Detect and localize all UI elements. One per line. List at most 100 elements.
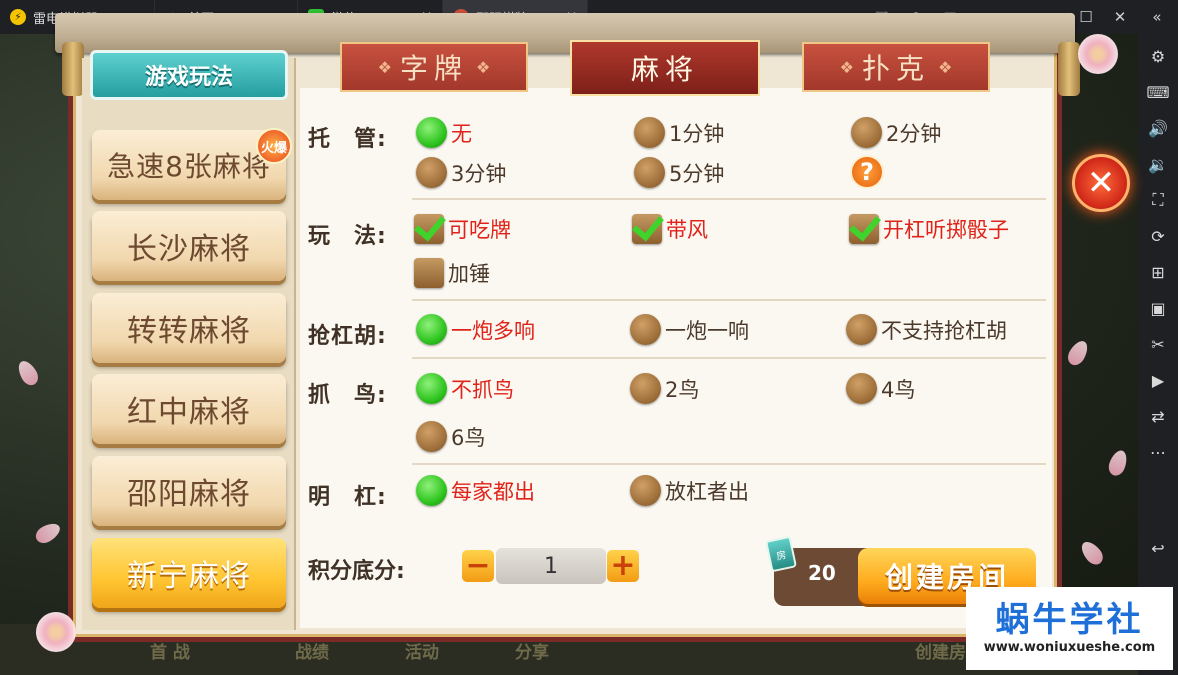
option-label: 4鸟 xyxy=(881,377,916,402)
cherry-blossom-icon xyxy=(36,612,76,652)
open-kong-label: 明 杠: xyxy=(308,485,387,510)
option-label: 加锤 xyxy=(448,262,490,286)
checkbox-checked-icon xyxy=(632,214,662,244)
play-label: 玩 法: xyxy=(308,224,387,249)
dialog-close-button[interactable]: ✕ xyxy=(1072,154,1130,212)
radio-off-icon xyxy=(630,373,661,404)
option-label: 无 xyxy=(451,121,472,146)
sync-icon[interactable]: ⇄ xyxy=(1138,398,1178,434)
mode-button-changsha[interactable]: 长沙麻将 xyxy=(92,211,286,281)
play-option-wind[interactable]: 带风 xyxy=(632,214,708,244)
settings-icon[interactable]: ⚙ xyxy=(1138,38,1178,74)
open-kong-option-all[interactable]: 每家都出 xyxy=(416,475,535,506)
radio-off-icon xyxy=(416,157,447,188)
score-decrement-button[interactable]: − xyxy=(462,550,494,582)
rob-kong-label: 抢杠胡: xyxy=(308,324,387,349)
more-icon[interactable]: ⋯ xyxy=(1138,434,1178,470)
option-label: 开杠听掷骰子 xyxy=(883,218,1009,242)
checkbox-empty-icon xyxy=(414,258,444,288)
ornament-icon: ❖ xyxy=(839,57,854,77)
fullscreen-icon[interactable]: ⛶ xyxy=(1138,182,1178,218)
cherry-blossom-icon xyxy=(1078,34,1118,74)
trustee-option-none[interactable]: 无 xyxy=(416,117,472,148)
option-label: 一炮多响 xyxy=(451,318,535,343)
checkbox-checked-icon xyxy=(414,214,444,244)
option-label: 1分钟 xyxy=(669,121,725,146)
divider xyxy=(412,357,1046,359)
radio-off-icon xyxy=(846,314,877,345)
option-label: 5分钟 xyxy=(669,161,725,186)
tab-zipai[interactable]: ❖ 字牌 ❖ xyxy=(340,42,528,92)
tab-majiang-label: 麻将 xyxy=(630,53,699,86)
trustee-option-1min[interactable]: 1分钟 xyxy=(634,117,724,148)
radio-on-icon xyxy=(416,373,447,404)
play-option-hammer[interactable]: 加锤 xyxy=(414,258,490,288)
volume-up-icon[interactable]: 🔊 xyxy=(1138,110,1178,146)
apk-icon[interactable]: ▣ xyxy=(1138,290,1178,326)
birds-option-none[interactable]: 不抓鸟 xyxy=(416,373,514,404)
option-label: 2分钟 xyxy=(886,121,942,146)
emulator-sidebar: ⚙ ⌨ 🔊 🔉 ⛶ ⟳ ⊞ ▣ ✂ ▶ ⇄ ⋯ ↩ xyxy=(1138,34,1178,675)
rob-kong-option-none[interactable]: 不支持抢杠胡 xyxy=(846,314,1007,345)
option-label: 6鸟 xyxy=(451,425,486,450)
radio-on-icon xyxy=(416,314,447,345)
score-value-field[interactable]: 1 xyxy=(496,548,606,584)
tab-majiang[interactable]: 麻将 xyxy=(570,40,760,96)
watermark-title: 蜗牛学社 xyxy=(995,600,1144,641)
add-screen-icon[interactable]: ⊞ xyxy=(1138,254,1178,290)
scissors-icon[interactable]: ✂ xyxy=(1138,326,1178,362)
option-label: 一炮一响 xyxy=(665,318,749,343)
keyboard-icon[interactable]: ⌨ xyxy=(1138,74,1178,110)
trustee-option-2min[interactable]: 2分钟 xyxy=(851,117,941,148)
radio-on-icon xyxy=(416,117,447,148)
play-option-dice[interactable]: 开杠听掷骰子 xyxy=(849,214,1009,244)
birds-option-4[interactable]: 4鸟 xyxy=(846,373,915,404)
radio-off-icon xyxy=(630,475,661,506)
mode-button-zhuanzhuan[interactable]: 转转麻将 xyxy=(92,293,286,363)
radio-off-icon xyxy=(634,157,665,188)
trustee-option-3min[interactable]: 3分钟 xyxy=(416,157,506,188)
scroll-cap xyxy=(62,42,84,96)
divider xyxy=(412,463,1046,465)
mode-header: 游戏玩法 xyxy=(90,50,288,100)
option-label: 可吃牌 xyxy=(448,218,511,242)
video-icon[interactable]: ▶ xyxy=(1138,362,1178,398)
ornament-icon: ❖ xyxy=(476,57,491,77)
birds-label: 抓 鸟: xyxy=(308,383,387,408)
mode-button-shaoyang[interactable]: 邵阳麻将 xyxy=(92,456,286,526)
divider xyxy=(412,299,1046,301)
open-kong-option-giver[interactable]: 放杠者出 xyxy=(630,475,749,506)
collapse-icon[interactable]: « xyxy=(1140,0,1174,34)
radio-on-icon xyxy=(416,475,447,506)
option-label: 每家都出 xyxy=(451,479,535,504)
rotate-icon[interactable]: ⟳ xyxy=(1138,218,1178,254)
option-label: 不抓鸟 xyxy=(451,377,514,402)
rob-kong-option-multi[interactable]: 一炮多响 xyxy=(416,314,535,345)
score-increment-button[interactable]: + xyxy=(607,550,639,582)
watermark: 蜗牛学社 www.woniuxueshe.com xyxy=(966,587,1173,670)
birds-option-2[interactable]: 2鸟 xyxy=(630,373,699,404)
radio-off-icon xyxy=(851,117,882,148)
scroll-cap xyxy=(1058,42,1080,96)
volume-down-icon[interactable]: 🔉 xyxy=(1138,146,1178,182)
birds-option-6[interactable]: 6鸟 xyxy=(416,421,485,452)
trustee-label: 托 管: xyxy=(308,127,387,152)
close-icon[interactable]: ✕ xyxy=(1103,0,1137,34)
option-label: 不支持抢杠胡 xyxy=(881,318,1007,343)
checkbox-checked-icon xyxy=(849,214,879,244)
tab-puke[interactable]: ❖ 扑克 ❖ xyxy=(802,42,990,92)
radio-off-icon xyxy=(416,421,447,452)
rob-kong-option-single[interactable]: 一炮一响 xyxy=(630,314,749,345)
tab-puke-label: 扑克 xyxy=(861,52,930,85)
mode-button-xinning[interactable]: 新宁麻将 xyxy=(92,538,286,608)
back-icon[interactable]: ↩ xyxy=(1138,530,1178,566)
mode-button-hongzhong[interactable]: 红中麻将 xyxy=(92,374,286,444)
help-icon[interactable]: ? xyxy=(850,155,884,189)
radio-off-icon xyxy=(846,373,877,404)
play-option-eat[interactable]: 可吃牌 xyxy=(414,214,511,244)
option-label: 放杠者出 xyxy=(665,479,749,504)
base-score-label: 积分底分: xyxy=(308,559,405,584)
trustee-option-5min[interactable]: 5分钟 xyxy=(634,157,724,188)
option-label: 3分钟 xyxy=(451,161,507,186)
room-card-count: 20 xyxy=(808,561,836,585)
